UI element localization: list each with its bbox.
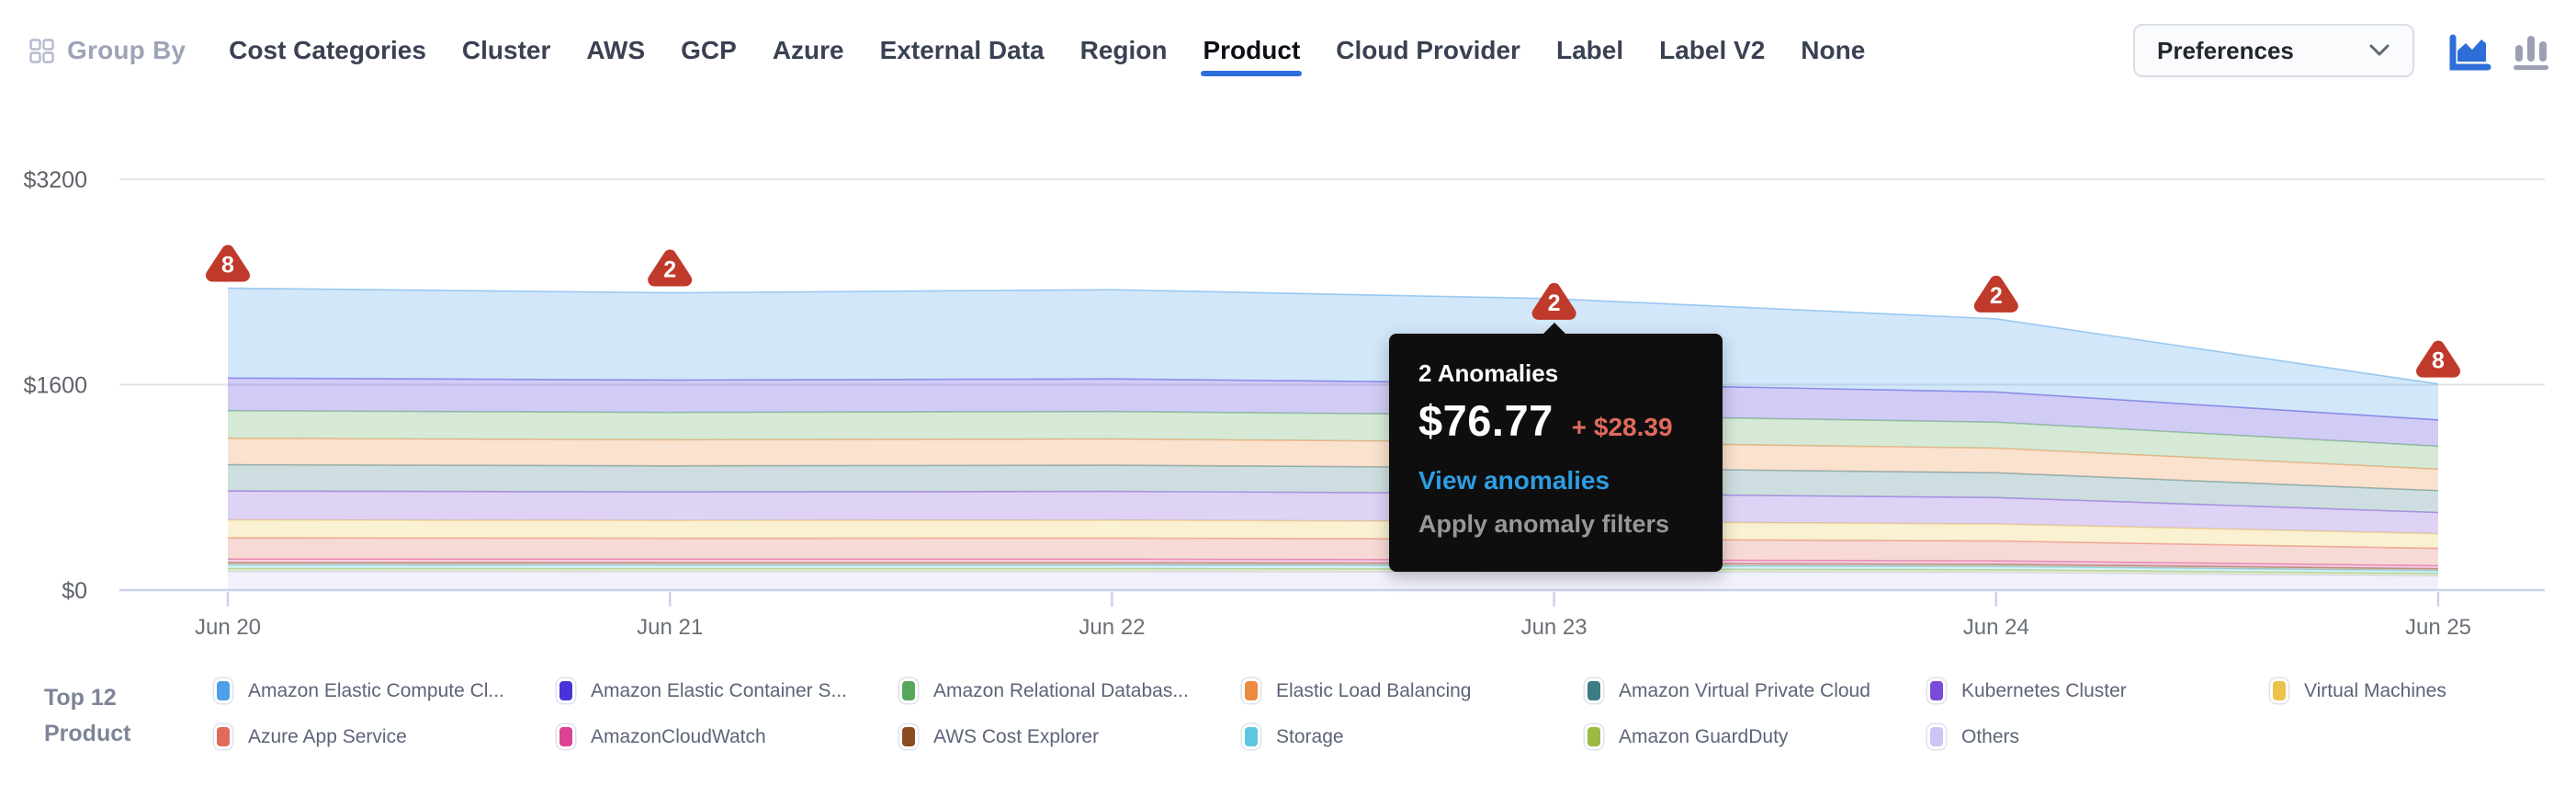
legend-title-line1: Top 12 bbox=[44, 680, 130, 716]
tab-cost-categories[interactable]: Cost Categories bbox=[229, 36, 426, 65]
anomaly-count: 8 bbox=[2432, 348, 2445, 374]
group-by-tabs: Cost Categories Cluster AWS GCP Azure Ex… bbox=[229, 36, 1865, 65]
legend-swatch bbox=[214, 678, 232, 703]
legend-swatch bbox=[1242, 678, 1260, 703]
legend-swatch bbox=[557, 678, 575, 703]
tab-external-data[interactable]: External Data bbox=[880, 36, 1045, 65]
x-axis-label: Jun 23 bbox=[1521, 615, 1587, 640]
bar-chart-icon[interactable] bbox=[2512, 30, 2550, 71]
tab-region[interactable]: Region bbox=[1080, 36, 1168, 65]
legend-item[interactable]: Amazon Elastic Compute Cl... bbox=[214, 676, 557, 706]
legend-item[interactable]: Amazon Elastic Container S... bbox=[557, 676, 899, 706]
legend-item[interactable]: Amazon GuardDuty bbox=[1585, 722, 1927, 752]
anomaly-tooltip: 2 Anomalies $76.77 + $28.39 View anomali… bbox=[1389, 334, 1723, 572]
cost-dashboard: Jun 20 Jun 21 Jun 22 Jun 23 Jun 24 Jun 25 $0 $1… bbox=[0, 0, 2576, 785]
legend-item[interactable]: AmazonCloudWatch bbox=[557, 722, 899, 752]
y-axis-label: $0 bbox=[62, 578, 87, 604]
legend-swatch bbox=[1927, 678, 1946, 703]
chart-type-toggle bbox=[2449, 30, 2550, 71]
tooltip-amount: $76.77 bbox=[1418, 395, 1554, 446]
area-chart-icon[interactable] bbox=[2449, 30, 2491, 71]
legend-item[interactable]: Azure App Service bbox=[214, 722, 557, 752]
area-band-others[interactable] bbox=[228, 572, 2438, 590]
legend-item[interactable]: Storage bbox=[1242, 722, 1585, 752]
legend-item[interactable]: Elastic Load Balancing bbox=[1242, 676, 1585, 706]
tab-product[interactable]: Product bbox=[1203, 36, 1300, 65]
tooltip-delta: + $28.39 bbox=[1572, 413, 1673, 442]
topbar-right: Preferences bbox=[2133, 0, 2563, 101]
legend-swatch bbox=[1585, 678, 1603, 703]
preferences-label: Preferences bbox=[2157, 37, 2294, 65]
group-by-grid-icon bbox=[29, 39, 54, 63]
topbar: Group By Cost Categories Cluster AWS GCP… bbox=[0, 0, 2576, 101]
tab-aws[interactable]: AWS bbox=[586, 36, 645, 65]
legend-swatch bbox=[1585, 724, 1603, 749]
x-axis-label: Jun 24 bbox=[1963, 615, 2029, 640]
tab-azure[interactable]: Azure bbox=[773, 36, 844, 65]
group-by-label: Group By bbox=[67, 36, 186, 65]
legend-title-line2: Product bbox=[44, 716, 130, 752]
legend-item[interactable]: Amazon Relational Databas... bbox=[899, 676, 1242, 706]
legend-swatch bbox=[2270, 678, 2288, 703]
legend-swatch bbox=[899, 678, 918, 703]
legend-item[interactable]: AWS Cost Explorer bbox=[899, 722, 1242, 752]
stacked-area-chart[interactable]: Jun 20 Jun 21 Jun 22 Jun 23 Jun 24 Jun 25 $0 $1… bbox=[0, 0, 2576, 785]
tooltip-anomaly-count: 2 Anomalies bbox=[1418, 359, 1693, 388]
legend-item[interactable]: Others bbox=[1927, 722, 2270, 752]
tab-cloud-provider[interactable]: Cloud Provider bbox=[1336, 36, 1520, 65]
legend-item[interactable]: Amazon Virtual Private Cloud bbox=[1585, 676, 1927, 706]
y-axis-label: $1600 bbox=[23, 373, 87, 399]
chevron-down-icon bbox=[2368, 43, 2390, 58]
x-axis-label: Jun 21 bbox=[637, 615, 703, 640]
y-axis-label: $3200 bbox=[23, 167, 87, 193]
chart-legend: Amazon Elastic Compute Cl... Amazon Elas… bbox=[214, 676, 2576, 752]
legend-swatch bbox=[899, 724, 918, 749]
anomaly-count: 2 bbox=[1990, 283, 2003, 309]
anomaly-count: 2 bbox=[1548, 290, 1561, 316]
tab-label-v2[interactable]: Label V2 bbox=[1659, 36, 1765, 65]
legend-swatch bbox=[1242, 724, 1260, 749]
tab-label[interactable]: Label bbox=[1556, 36, 1623, 65]
legend-item[interactable]: Virtual Machines bbox=[2270, 676, 2576, 706]
legend-swatch bbox=[557, 724, 575, 749]
tooltip-amount-row: $76.77 + $28.39 bbox=[1418, 395, 1693, 446]
tab-gcp[interactable]: GCP bbox=[681, 36, 737, 65]
tab-cluster[interactable]: Cluster bbox=[462, 36, 550, 65]
preferences-dropdown[interactable]: Preferences bbox=[2133, 24, 2414, 77]
legend-item[interactable]: Kubernetes Cluster bbox=[1927, 676, 2270, 706]
legend-swatch bbox=[1927, 724, 1946, 749]
apply-anomaly-filters-link[interactable]: Apply anomaly filters bbox=[1418, 510, 1693, 539]
legend-title: Top 12 Product bbox=[44, 680, 130, 752]
x-axis-label: Jun 22 bbox=[1079, 615, 1145, 640]
x-axis-label: Jun 25 bbox=[2405, 615, 2471, 640]
tab-none[interactable]: None bbox=[1801, 36, 1865, 65]
anomaly-count: 8 bbox=[221, 252, 234, 278]
group-by-header: Group By bbox=[29, 36, 186, 65]
view-anomalies-link[interactable]: View anomalies bbox=[1418, 466, 1693, 495]
legend-swatch bbox=[214, 724, 232, 749]
x-axis-label: Jun 20 bbox=[195, 615, 261, 640]
anomaly-count: 2 bbox=[663, 256, 676, 282]
